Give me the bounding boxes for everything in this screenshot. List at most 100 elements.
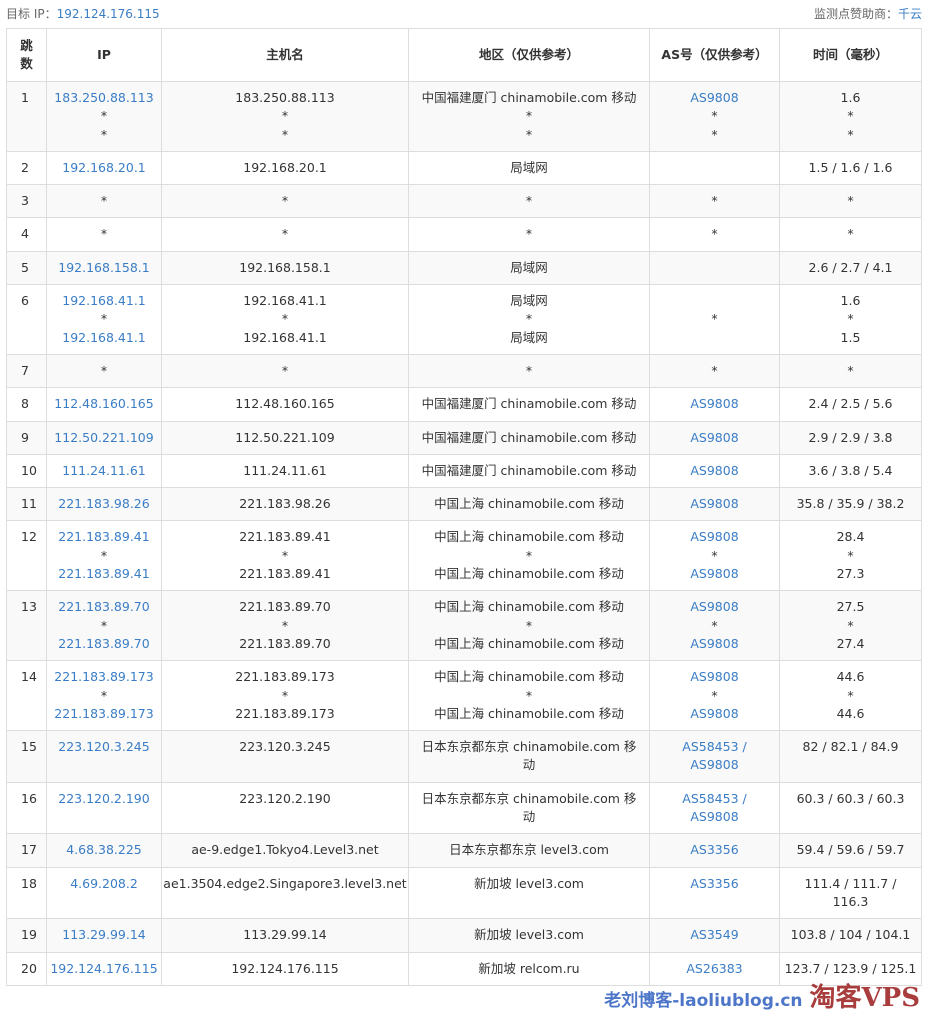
table-row: 3 * * * * * — [6, 184, 922, 219]
ip-value[interactable]: 221.183.89.173 — [48, 705, 161, 723]
as-cell: AS9808 — [649, 453, 780, 489]
as-value[interactable]: AS9808 — [651, 705, 779, 723]
ip-value[interactable]: 113.29.99.14 — [48, 926, 161, 944]
region-value: 中国上海 chinamobile.com 移动 — [434, 566, 624, 582]
as-value[interactable]: AS58453 / AS9808 — [658, 790, 771, 827]
as-value[interactable]: AS3549 — [651, 926, 779, 944]
as-value[interactable]: AS9808 — [651, 598, 779, 616]
time-value: * — [847, 193, 854, 209]
region-value: 中国福建厦门 chinamobile.com 移动 — [421, 462, 637, 478]
as-value[interactable]: AS3356 — [651, 841, 779, 859]
as-value[interactable]: AS9808 — [651, 429, 779, 447]
ip-value: * — [100, 193, 108, 209]
ip-value[interactable]: 221.183.89.70 — [48, 598, 161, 616]
as-value[interactable]: AS58453 / AS9808 — [658, 738, 771, 775]
time-value: * — [847, 311, 854, 327]
ip-value[interactable]: 221.183.89.41 — [48, 528, 161, 546]
ip-value[interactable]: 221.183.89.70 — [48, 635, 161, 653]
hop-cell: 4 — [6, 217, 47, 252]
ip-value[interactable]: 221.183.89.173 — [48, 668, 161, 686]
ip-value[interactable]: 192.168.41.1 — [48, 329, 161, 347]
ip-value[interactable]: 192.168.41.1 — [48, 292, 161, 310]
time-value: * — [847, 126, 854, 142]
ip-value: * — [100, 226, 108, 242]
region-cell: 局域网 * 局域网 — [408, 284, 650, 355]
region-value: 日本东京都东京 chinamobile.com 移动 — [421, 790, 637, 825]
as-cell: AS3356 — [649, 833, 780, 868]
time-cell: 2.6 / 2.7 / 4.1 — [779, 250, 922, 286]
region-value: * — [525, 126, 533, 142]
ip-value[interactable]: 192.168.158.1 — [48, 259, 161, 277]
time-cell: 3.6 / 3.8 / 5.4 — [779, 453, 922, 489]
hostname-value: 113.29.99.14 — [243, 927, 327, 943]
hostname-cell: 221.183.89.41 * 221.183.89.41 — [161, 520, 409, 592]
table-row: 19 113.29.99.14 113.29.99.14 新加坡 level3.com… — [6, 918, 922, 953]
time-cell: 2.9 / 2.9 / 3.8 — [779, 420, 922, 455]
hop-cell: 19 — [6, 918, 47, 953]
ip-cell: 192.168.41.1 * 192.168.41.1 — [46, 284, 162, 355]
time-value: 27.3 — [836, 566, 865, 582]
as-value[interactable]: AS26383 — [651, 960, 779, 978]
region-value: 中国福建厦门 chinamobile.com 移动 — [421, 396, 637, 412]
watermark-text-vps: 淘客VPS — [809, 983, 920, 1013]
as-value[interactable]: AS9808 — [651, 462, 779, 480]
as-value[interactable]: AS9808 — [651, 395, 779, 413]
as-value[interactable]: AS9808 — [651, 528, 779, 546]
time-cell: 35.8 / 35.9 / 38.2 — [779, 487, 922, 522]
region-cell: 中国福建厦门 chinamobile.com 移动 — [408, 387, 650, 422]
table-row: 18 4.69.208.2 ae1.3504.edge2.Singapore3.le… — [6, 866, 922, 920]
ip-value: * — [100, 362, 108, 378]
as-value[interactable]: AS9808 — [651, 635, 779, 653]
time-cell: 1.6 * * — [779, 81, 922, 152]
hostname-value: 223.120.2.190 — [239, 790, 331, 806]
region-cell: * — [408, 217, 650, 252]
table-row: 5 192.168.158.1 192.168.158.1 局域网 2.6 / 2.7… — [6, 250, 922, 286]
ip-value[interactable]: 112.48.160.165 — [48, 395, 161, 413]
as-value[interactable]: AS9808 — [651, 89, 779, 107]
ip-value: * — [100, 617, 108, 633]
hostname-value: 223.120.3.245 — [239, 739, 331, 755]
ip-value[interactable]: 111.24.11.61 — [48, 462, 161, 480]
as-value[interactable]: AS9808 — [651, 565, 779, 583]
time-value: * — [847, 226, 854, 242]
ip-value[interactable]: 221.183.98.26 — [48, 495, 161, 513]
hop-cell: 9 — [6, 420, 47, 455]
ip-cell: 221.183.89.173 * 221.183.89.173 — [46, 660, 162, 732]
hostname-cell: 112.48.160.165 — [161, 387, 409, 422]
sponsor-link[interactable]: 千云 — [898, 7, 922, 21]
ip-value[interactable]: 192.168.20.1 — [48, 159, 161, 177]
hop-cell: 11 — [6, 487, 47, 522]
table-row: 12 221.183.89.41 * 221.183.89.41 221.183.89.… — [6, 520, 922, 592]
time-cell: 59.4 / 59.6 / 59.7 — [779, 833, 922, 868]
as-value[interactable]: AS9808 — [651, 495, 779, 513]
time-value: 103.8 / 104 / 104.1 — [790, 927, 911, 943]
as-value[interactable]: AS3356 — [658, 875, 771, 893]
as-value[interactable]: AS9808 — [651, 668, 779, 686]
time-cell: * — [779, 184, 922, 219]
ip-value[interactable]: 223.120.2.190 — [48, 790, 161, 808]
ip-value[interactable]: 192.124.176.115 — [48, 960, 161, 978]
table-row: 1 183.250.88.113 * * 183.250.88.113 * * 中国福建厦门 … — [6, 81, 922, 152]
ip-cell: 111.24.11.61 — [46, 453, 162, 489]
ip-cell: 112.48.160.165 — [46, 387, 162, 422]
ip-value[interactable]: 4.68.38.225 — [48, 841, 161, 859]
time-value: 44.6 — [836, 705, 865, 721]
ip-value[interactable]: 223.120.3.245 — [48, 738, 161, 756]
hostname-value: * — [281, 226, 289, 242]
table-row: 2 192.168.20.1 192.168.20.1 局域网 1.5 / 1.6 /… — [6, 150, 922, 186]
hostname-cell: 192.168.158.1 — [161, 250, 409, 286]
region-cell: 中国上海 chinamobile.com 移动 * 中国上海 chinamobile… — [408, 590, 650, 662]
region-value: * — [525, 547, 533, 563]
ip-value[interactable]: 112.50.221.109 — [48, 429, 161, 447]
ip-value[interactable]: 221.183.89.41 — [48, 565, 161, 583]
hop-cell: 20 — [6, 951, 47, 986]
ip-value[interactable]: 4.69.208.2 — [48, 875, 161, 893]
sponsor-label: 监测点赞助商： — [813, 7, 898, 21]
as-value — [651, 329, 779, 347]
ip-value[interactable]: 183.250.88.113 — [48, 89, 161, 107]
region-cell: 新加坡 level3.com — [408, 918, 650, 953]
time-cell: 28.4 * 27.3 — [779, 520, 922, 592]
time-value: 2.4 / 2.5 / 5.6 — [808, 396, 893, 412]
region-value: 中国福建厦门 chinamobile.com 移动 — [421, 90, 637, 105]
hostname-cell: 111.24.11.61 — [161, 453, 409, 489]
